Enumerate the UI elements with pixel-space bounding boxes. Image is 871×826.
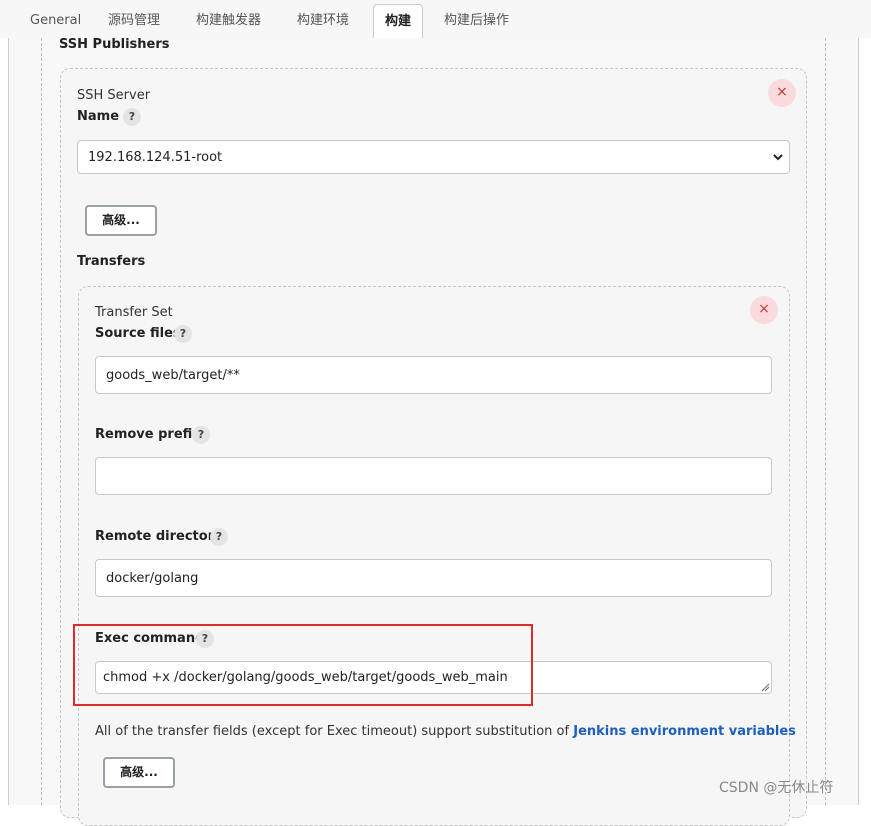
- name-select[interactable]: 192.168.124.51-root: [77, 140, 790, 174]
- advanced-button[interactable]: 高级...: [103, 757, 175, 788]
- advanced-button[interactable]: 高级...: [85, 205, 157, 236]
- name-select-value: 192.168.124.51-root: [88, 149, 223, 165]
- close-icon[interactable]: ×: [768, 79, 796, 107]
- highlight-box: [73, 624, 533, 706]
- name-label: Name: [77, 109, 120, 124]
- chevron-down-icon: [773, 154, 783, 161]
- help-icon[interactable]: ?: [123, 108, 141, 126]
- source-files-input[interactable]: goods_web/target/**: [95, 356, 772, 394]
- remove-prefix-input[interactable]: [95, 457, 772, 495]
- remote-directory-input[interactable]: docker/golang: [95, 559, 772, 597]
- help-icon[interactable]: ?: [192, 426, 210, 444]
- source-files-label: Source files: [95, 326, 181, 341]
- substitution-note-text: All of the transfer fields (except for E…: [95, 724, 570, 739]
- tab-build-triggers[interactable]: 构建触发器: [186, 4, 271, 38]
- watermark: CSDN @无休止符: [719, 780, 834, 796]
- tab-source-management[interactable]: 源码管理: [98, 4, 170, 38]
- tab-build-environment[interactable]: 构建环境: [287, 4, 359, 38]
- tab-build[interactable]: 构建: [373, 4, 423, 38]
- substitution-note: All of the transfer fields (except for E…: [95, 724, 796, 739]
- transfer-set-heading: Transfer Set: [95, 305, 173, 320]
- section-title: SSH Publishers: [59, 37, 170, 52]
- jenkins-env-vars-link[interactable]: Jenkins environment variables: [573, 724, 796, 739]
- tab-general[interactable]: General: [20, 4, 91, 38]
- resize-handle-icon[interactable]: [760, 682, 770, 692]
- help-icon[interactable]: ?: [174, 325, 192, 343]
- help-icon[interactable]: ?: [210, 528, 228, 546]
- ssh-server-heading: SSH Server: [77, 88, 151, 103]
- close-icon[interactable]: ×: [750, 296, 778, 324]
- transfers-label: Transfers: [77, 254, 146, 269]
- remote-directory-label: Remote directory: [95, 529, 223, 544]
- tab-post-build-actions[interactable]: 构建后操作: [434, 4, 519, 38]
- remove-prefix-label: Remove prefix: [95, 427, 201, 442]
